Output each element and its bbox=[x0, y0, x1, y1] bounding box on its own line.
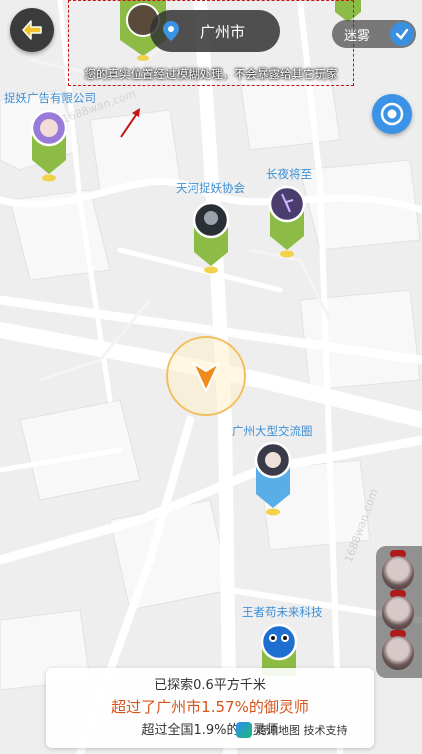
place-label[interactable]: 长夜将至 bbox=[266, 166, 312, 182]
place-label[interactable]: 王者苟未来科技 bbox=[242, 604, 323, 620]
place-label[interactable]: 广州大型交流圈 bbox=[232, 423, 313, 439]
companion-avatar[interactable] bbox=[382, 596, 414, 630]
map-pin[interactable] bbox=[190, 198, 232, 274]
companion-panel[interactable] bbox=[376, 546, 422, 678]
player-arrow-icon bbox=[192, 362, 220, 392]
fog-toggle[interactable]: 迷雾 bbox=[332, 20, 416, 48]
locate-target-icon bbox=[380, 102, 404, 126]
place-label[interactable]: 捉妖广告有限公司 bbox=[4, 90, 96, 106]
annotation-dashed-box bbox=[68, 0, 354, 86]
annotation-arrow-icon bbox=[120, 108, 140, 138]
back-button[interactable] bbox=[10, 8, 54, 52]
locate-button[interactable] bbox=[372, 94, 412, 134]
fog-label: 迷雾 bbox=[344, 28, 371, 44]
place-label[interactable]: 天河捉妖协会 bbox=[176, 180, 245, 196]
companion-avatar[interactable] bbox=[382, 636, 414, 670]
city-rank: 超过了广州市1.57%的御灵师 bbox=[111, 698, 309, 716]
player-marker[interactable] bbox=[166, 336, 246, 416]
map-pin[interactable] bbox=[266, 182, 308, 258]
tencent-map-logo-icon bbox=[236, 722, 252, 738]
map-provider-credit: 腾讯地图 技术支持 bbox=[236, 722, 348, 738]
brand-text: 腾讯地图 技术支持 bbox=[256, 724, 348, 737]
companion-avatar[interactable] bbox=[382, 556, 414, 590]
arrow-left-icon bbox=[22, 20, 42, 40]
checkmark-icon[interactable] bbox=[390, 22, 414, 46]
explored-area: 已探索0.6平方千米 bbox=[154, 678, 266, 693]
map-pin[interactable] bbox=[252, 438, 294, 516]
